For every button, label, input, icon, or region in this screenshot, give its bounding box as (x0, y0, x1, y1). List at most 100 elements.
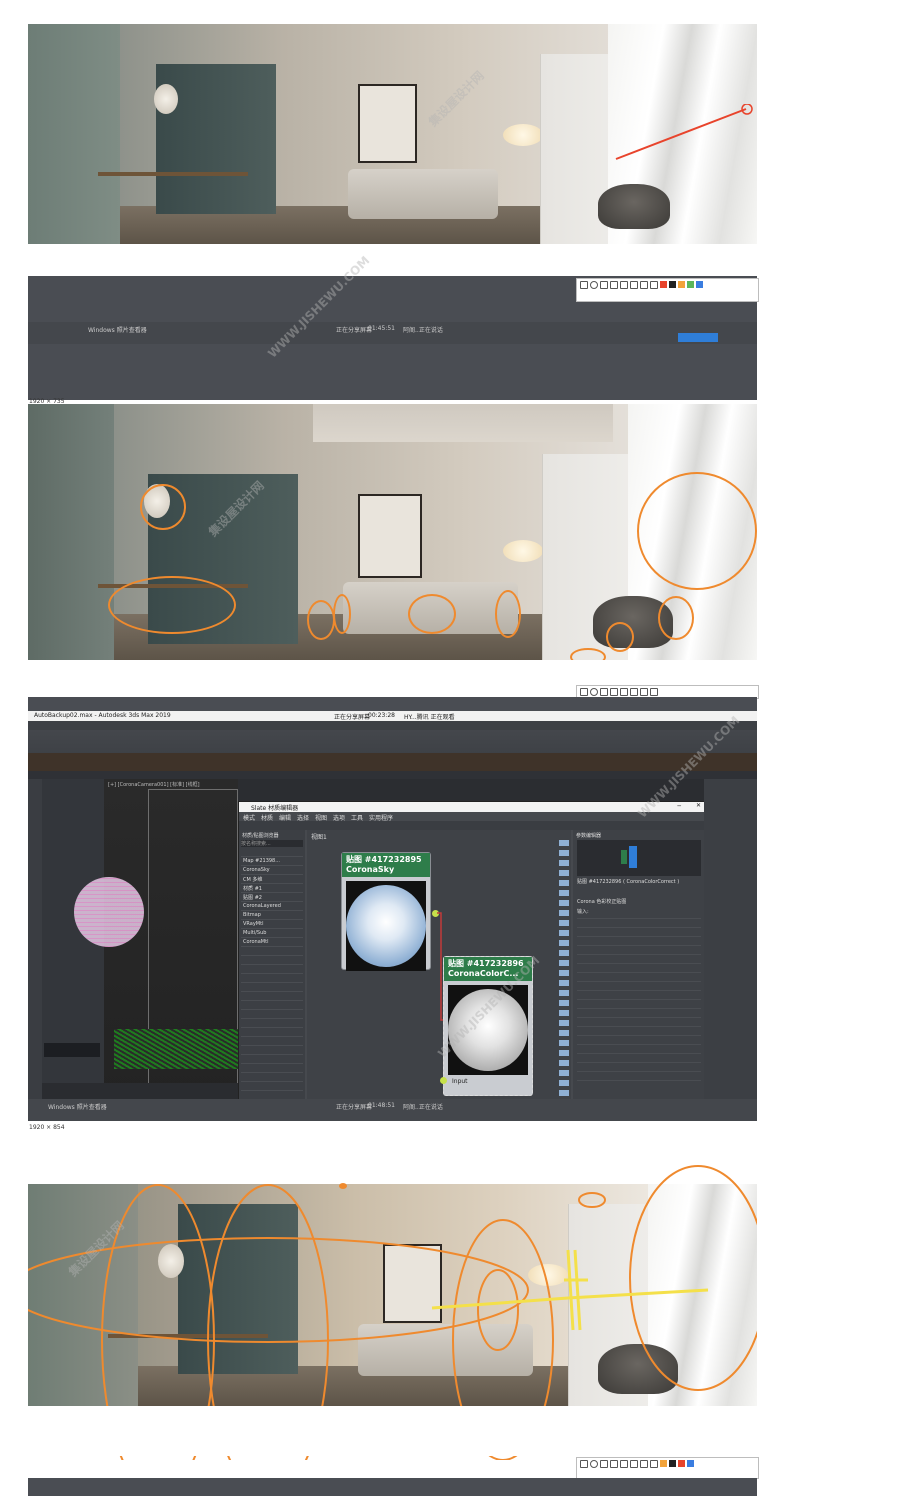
max-menubar[interactable] (28, 721, 757, 730)
annotation-toolbar-3[interactable] (576, 1457, 759, 1479)
color-swatch[interactable] (687, 281, 694, 288)
undo-icon[interactable] (630, 281, 638, 289)
arrow-tool-icon[interactable] (600, 1460, 608, 1468)
browser-header: 材质/贴图浏览器 (242, 833, 279, 839)
color-swatch[interactable] (687, 1460, 694, 1467)
close-icon[interactable] (650, 688, 658, 696)
slate-menubar[interactable]: 模式 材质 编辑 选择 视图 选项 工具 实用程序 (239, 812, 705, 822)
viewer-blank-2 (28, 660, 757, 686)
command-panel[interactable] (704, 779, 757, 1099)
text-tool-icon[interactable] (620, 281, 628, 289)
color-swatch[interactable] (678, 281, 685, 288)
speaker-status: 阿阁..正在说话 (403, 327, 443, 334)
rect-tool-icon[interactable] (580, 281, 588, 289)
annotation-ellipse (570, 648, 606, 660)
list-item[interactable]: Bitmap (243, 912, 261, 918)
text-tool-icon[interactable] (620, 688, 628, 696)
circle-tool-icon[interactable] (590, 688, 598, 696)
material-preview-sphere (346, 885, 426, 967)
list-item[interactable]: CoronaMtl (243, 939, 268, 945)
map-title: 贴图 #417232896 ( CoronaColorCorrect ) (577, 879, 680, 885)
color-swatch[interactable] (669, 281, 676, 288)
color-swatch[interactable] (678, 1460, 685, 1467)
viewport[interactable]: [+] [CoronaCamera001] [标准] [线框] (74, 779, 238, 1097)
timeline[interactable] (42, 1083, 238, 1099)
list-item[interactable]: 贴图 #2 (243, 894, 262, 901)
render-view-1 (28, 0, 757, 24)
max-speaker: HY...腾讯 正在观看 (404, 714, 455, 721)
rollout-title: Corona 色彩校正贴图 (577, 899, 627, 905)
color-swatch[interactable] (660, 1460, 667, 1467)
color-swatch[interactable] (669, 1460, 676, 1467)
pen-tool-icon[interactable] (610, 688, 618, 696)
list-item[interactable]: 材质 #1 (243, 885, 262, 892)
window-title: Windows 照片查看器 (48, 1104, 107, 1111)
slate-toolbar[interactable] (239, 821, 705, 830)
max-share-status: 正在分享屏幕 (334, 714, 371, 721)
text-tool-icon[interactable] (620, 1460, 628, 1468)
viewer-menu-dark-1 (28, 344, 757, 400)
circle-tool-icon[interactable] (590, 1460, 598, 1468)
close-button[interactable]: ✕ (696, 802, 701, 809)
list-item[interactable]: CoronaSky (243, 867, 270, 873)
close-icon[interactable] (650, 1460, 658, 1468)
share-status: 正在分享屏幕 (336, 327, 373, 334)
list-item[interactable]: Multi/Sub (243, 930, 266, 936)
sky-dome-wireframe (74, 877, 144, 947)
annotation-ellipse (408, 594, 456, 634)
save-icon[interactable] (640, 688, 648, 696)
list-item[interactable]: CoronaLayered (243, 903, 281, 909)
slate-material-editor[interactable]: Slate 材质编辑器 ─ ✕ 模式 材质 编辑 选择 视图 选项 工具 实用程… (238, 801, 706, 1101)
slate-title: Slate 材质编辑器 (251, 805, 299, 812)
save-icon[interactable] (640, 281, 648, 289)
pen-tool-icon[interactable] (610, 1460, 618, 1468)
params-rows[interactable] (577, 918, 701, 1088)
params-header: 参数编辑器 (576, 833, 602, 839)
input-socket[interactable] (440, 1077, 447, 1084)
minimize-button[interactable]: ─ (677, 803, 681, 810)
max-titlebar: AutoBackup02.max - Autodesk 3ds Max 2019… (28, 711, 757, 721)
share-timer: 01:45:51 (368, 325, 395, 332)
navigation-sidebar[interactable] (559, 840, 569, 1100)
parameter-editor[interactable]: 参数编辑器 贴图 #417232896 ( CoronaColorCorrect… (573, 830, 705, 1100)
undo-icon[interactable] (630, 688, 638, 696)
max-share-timer: 00:23:28 (368, 712, 395, 719)
coronasky-node[interactable]: 贴图 #417232895 CoronaSky (341, 852, 431, 971)
node-title: 贴图 #417232895 (346, 855, 422, 864)
annotation-ellipse (307, 600, 335, 640)
node-subtitle: CoronaSky (346, 865, 395, 874)
rect-tool-icon[interactable] (580, 1460, 588, 1468)
max-left-dock[interactable] (28, 779, 42, 1099)
browser-list[interactable]: Map #21398... CoronaSky CM 多维 材质 #1 贴图 #… (241, 856, 303, 1096)
input-label: 输入: (577, 909, 589, 915)
render-image-2 (28, 404, 757, 660)
close-icon[interactable] (650, 281, 658, 289)
browser-search-input[interactable]: 按名称搜索... (241, 840, 303, 847)
annotation-toolbar-1[interactable] (576, 278, 759, 302)
annotation-ellipse (108, 576, 236, 634)
share-status: 正在分享屏幕 (336, 1104, 373, 1111)
grass-wireframe (114, 1029, 238, 1069)
undo-icon[interactable] (630, 1460, 638, 1468)
max-ribbon[interactable] (28, 753, 757, 771)
color-swatch[interactable] (696, 281, 703, 288)
save-icon[interactable] (640, 1460, 648, 1468)
list-item[interactable]: VRayMtl (243, 921, 263, 927)
arrow-tool-icon[interactable] (600, 281, 608, 289)
viewer-blank-1 (28, 244, 757, 276)
list-item[interactable]: Map #21398... (243, 858, 280, 864)
annotation-ellipse (658, 596, 694, 640)
speaker-status: 阿阁..正在说话 (403, 1104, 443, 1111)
viewer-toolbar-2 (28, 697, 757, 711)
circle-tool-icon[interactable] (590, 281, 598, 289)
material-browser[interactable]: 材质/贴图浏览器 按名称搜索... Map #21398... CoronaSk… (239, 830, 305, 1100)
color-swatch[interactable] (660, 281, 667, 288)
render-image-1 (28, 24, 757, 244)
list-item[interactable]: CM 多维 (243, 876, 262, 883)
arrow-tool-icon[interactable] (600, 688, 608, 696)
open-button[interactable] (678, 333, 718, 342)
pen-tool-icon[interactable] (610, 281, 618, 289)
rect-tool-icon[interactable] (580, 688, 588, 696)
view-tab[interactable]: 视图1 (311, 832, 327, 841)
viewer-toolbar-3 (28, 1478, 757, 1496)
